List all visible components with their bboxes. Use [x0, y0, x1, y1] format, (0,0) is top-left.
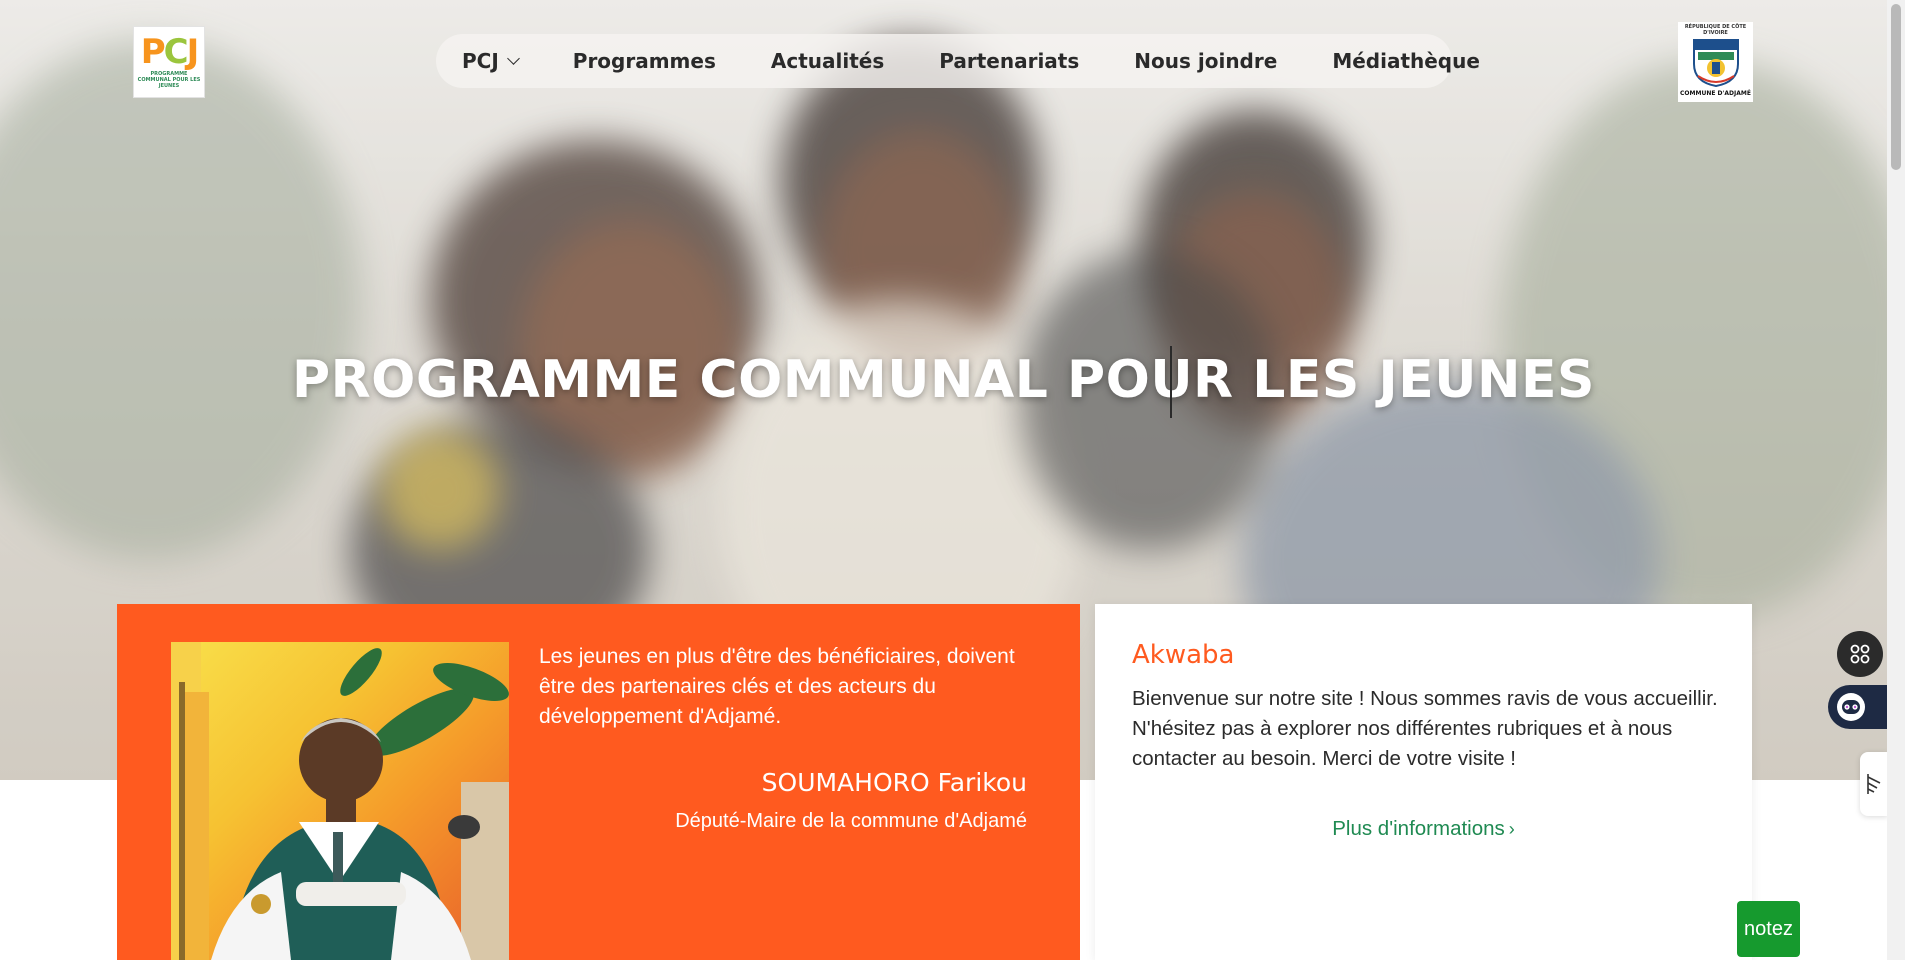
nav-item-nous-joindre[interactable]: Nous joindre — [1134, 49, 1277, 73]
text-cursor — [1170, 346, 1172, 418]
commune-logo-caption-top: RÉPUBLIQUE DE CÔTE D'IVOIRE — [1684, 24, 1747, 36]
page-scrollbar[interactable] — [1887, 0, 1905, 960]
mayor-photo — [171, 642, 509, 960]
mayor-portrait — [171, 642, 509, 960]
more-info-link[interactable]: Plus d'informations › — [1095, 817, 1752, 841]
mayor-role: Député-Maire de la commune d'Adjamé — [675, 810, 1027, 832]
chatbot-icon — [1837, 693, 1865, 721]
welcome-text: Bienvenue sur notre site ! Nous sommes r… — [1132, 687, 1718, 770]
logo-letter-j: J — [186, 32, 200, 72]
commune-logo-caption-bottom: COMMUNE D'ADJAMÉ — [1680, 90, 1751, 97]
coat-of-arms-icon — [1692, 39, 1739, 88]
mayor-name: SOUMAHORO Farikou — [761, 768, 1027, 797]
chevron-right-icon: › — [1508, 819, 1515, 839]
mayor-quote: Les jeunes en plus d'être des bénéficiai… — [539, 645, 1015, 728]
pcj-logo[interactable]: PCJ PROGRAMME COMMUNAL POUR LES JEUNES — [133, 26, 205, 98]
accessibility-menu-button[interactable] — [1837, 631, 1883, 677]
feedback-icon — [1867, 774, 1881, 794]
main-nav: PCJ Programmes Actualités Partenariats N… — [436, 34, 1480, 88]
logo-letter-p: P — [140, 32, 166, 72]
mayor-card: Les jeunes en plus d'être des bénéficiai… — [117, 604, 1080, 960]
pcj-logo-mark: PCJ — [140, 32, 200, 72]
pcj-logo-tagline: PROGRAMME COMMUNAL POUR LES JEUNES — [137, 71, 201, 89]
welcome-card: Akwaba Bienvenue sur notre site ! Nous s… — [1095, 604, 1752, 960]
notez-button[interactable]: notez — [1737, 901, 1800, 957]
nav-item-label: PCJ — [462, 49, 499, 73]
nav-item-programmes[interactable]: Programmes — [573, 49, 716, 73]
logo-letter-c: C — [163, 32, 189, 72]
nav-item-actualites[interactable]: Actualités — [771, 49, 884, 73]
chevron-down-icon — [506, 52, 520, 65]
more-info-link-label: Plus d'informations — [1332, 817, 1505, 840]
chatbot-button[interactable] — [1828, 685, 1888, 729]
welcome-title: Akwaba — [1132, 640, 1235, 670]
nav-item-mediatheque[interactable]: Médiathèque — [1332, 49, 1480, 73]
nav-item-pcj[interactable]: PCJ — [462, 49, 520, 73]
nav-item-partenariats[interactable]: Partenariats — [939, 49, 1079, 73]
hero-title: PROGRAMME COMMUNAL POUR LES JEUNES — [291, 350, 1595, 410]
commune-adjame-logo[interactable]: RÉPUBLIQUE DE CÔTE D'IVOIRE COMMUNE D'AD… — [1678, 22, 1753, 102]
feedback-tab[interactable] — [1860, 752, 1888, 816]
grid-icon — [1850, 644, 1870, 664]
scrollbar-thumb[interactable] — [1891, 4, 1901, 170]
